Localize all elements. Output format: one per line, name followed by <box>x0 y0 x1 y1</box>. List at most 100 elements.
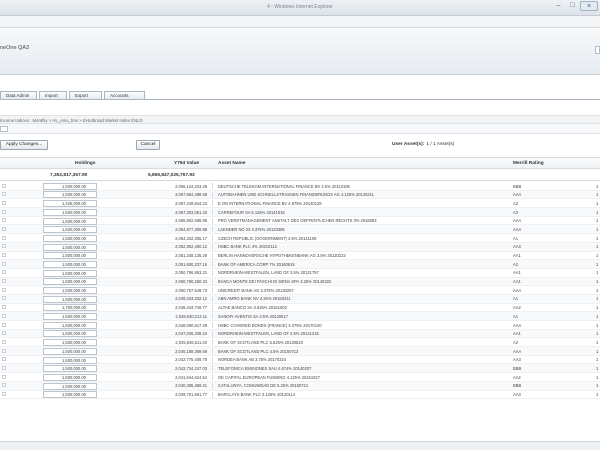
holdings-input[interactable]: 1,500,000.00 <box>43 191 97 199</box>
holdings-input[interactable]: 1,500,000.00 <box>43 260 97 268</box>
holdings-input[interactable]: 1,500,000.00 <box>43 391 97 399</box>
holdings-input[interactable]: 1,500,000.00 <box>43 269 97 277</box>
table-row[interactable]: 1,500,000.00 2,045,188,369.59 BANK OF SCOT… <box>0 347 600 356</box>
column-header-asset-name[interactable]: Asset Name <box>218 161 245 166</box>
user-assets-count: 1 / 1 Asset(s) <box>426 142 455 147</box>
table-row[interactable]: 1,500,000.00 2,054,977,300.98 LAENDER NO 2… <box>0 225 600 235</box>
row-checkbox[interactable] <box>2 339 6 344</box>
row-checkbox[interactable] <box>2 296 6 301</box>
collapse-icon[interactable] <box>0 126 8 132</box>
maximize-icon[interactable]: □ <box>566 1 579 11</box>
table-row[interactable]: 1,500,000.00 2,045,846,611.40 BANK OF SCOT… <box>0 338 600 348</box>
table-row[interactable]: 1,500,000.00 2,048,630,212.11 SANOFI-AVENT… <box>0 312 600 321</box>
holdings-input[interactable]: 1,500,000.00 <box>43 217 97 225</box>
table-row[interactable]: 1,500,000.00 2,051,600,237.16 BANK OF AMER… <box>0 260 600 269</box>
row-checkbox[interactable] <box>2 226 6 231</box>
column-separator <box>212 269 217 276</box>
row-checkbox[interactable] <box>2 270 6 275</box>
row-checkbox[interactable] <box>2 218 6 223</box>
holdings-input[interactable]: 1,500,000.00 <box>43 373 97 381</box>
column-header-value[interactable]: Y794 Value <box>174 161 199 166</box>
holdings-input[interactable]: 1,500,000.00 <box>43 347 97 355</box>
extra-cell: 1 <box>596 348 599 354</box>
asset-name-cell: ABN AMRO BANK NV 4.25% 20160411 <box>218 296 291 302</box>
holdings-input[interactable]: 1,500,000.00 <box>43 356 97 364</box>
row-checkbox[interactable] <box>2 244 6 249</box>
table-row[interactable]: 1,500,000.00 2,050,780,250.34 BANCA MONTE … <box>0 277 600 287</box>
minimize-icon[interactable]: – <box>552 1 565 11</box>
row-checkbox[interactable] <box>2 261 6 266</box>
row-checkbox[interactable] <box>2 305 6 310</box>
asset-name-cell: SANOFI-AVENTIS SA 3.5% 20120517 <box>218 313 289 319</box>
row-checkbox[interactable] <box>2 383 6 388</box>
table-row[interactable]: 1,500,000.00 2,057,654,498.68 AUTOBAHNEN U… <box>0 190 600 200</box>
row-checkbox[interactable] <box>2 287 6 292</box>
table-row[interactable]: 1,500,000.00 2,040,485,369.21 CATALUNYA, C… <box>0 381 600 391</box>
row-checkbox[interactable] <box>2 200 6 205</box>
row-checkbox[interactable] <box>2 392 6 396</box>
row-checkbox[interactable] <box>2 313 6 318</box>
table-row[interactable]: 1,500,000.00 2,057,303,051.33 CARREFOUR SA… <box>0 208 600 217</box>
extra-cell: 1 <box>596 226 599 232</box>
table-row[interactable]: 1,500,000.00 2,050,796,863.21 NORDRHEIN-WE… <box>0 269 600 278</box>
holdings-input[interactable]: 1,500,000.00 <box>43 382 97 390</box>
row-checkbox[interactable] <box>2 279 6 284</box>
table-row[interactable]: 1,500,000.00 2,056,124,223.25 DEUTSCHE TEL… <box>0 182 600 191</box>
row-checkbox[interactable] <box>2 374 6 379</box>
table-row[interactable]: 1,500,000.00 2,052,902,400.12 HSBC BANK PL… <box>0 242 600 252</box>
header-close-icon[interactable] <box>595 46 600 54</box>
holdings-input[interactable]: 1,500,000.00 <box>43 182 97 190</box>
row-checkbox[interactable] <box>2 322 6 327</box>
row-checkbox[interactable] <box>2 357 6 362</box>
close-icon[interactable]: × <box>580 1 598 11</box>
holdings-input[interactable]: 1,500,000.00 <box>43 208 97 216</box>
row-checkbox[interactable] <box>2 348 6 353</box>
row-checkbox[interactable] <box>2 235 6 240</box>
holdings-input[interactable]: 1,500,000.00 <box>43 295 97 303</box>
table-row[interactable]: 1,500,000.00 2,054,332,305.17 CZECH REPUBL… <box>0 234 600 243</box>
table-row[interactable]: 1,500,000.00 2,048,090,617.28 HSBC COVERED… <box>0 321 600 330</box>
holdings-input[interactable]: 1,500,000.00 <box>43 330 97 338</box>
breadcrumb[interactable]: Income Indices : Monthly > HL_emu_bmi > … <box>0 118 143 123</box>
value-cell: 2,050,796,863.21 <box>175 270 207 276</box>
total-holdings: 7,352,817,357.90 <box>50 173 88 178</box>
table-row[interactable]: 1,500,000.00 2,041,644,624.54 GE CAPITAL E… <box>0 373 600 382</box>
row-checkbox[interactable] <box>2 209 6 214</box>
row-checkbox[interactable] <box>2 331 6 336</box>
holdings-input[interactable]: 1,500,000.00 <box>43 234 97 242</box>
row-checkbox[interactable] <box>2 365 6 370</box>
holdings-input[interactable]: 1,500,000.00 <box>43 339 97 347</box>
holdings-input[interactable]: 1,425,000.00 <box>43 200 97 208</box>
row-checkbox[interactable] <box>2 192 6 197</box>
column-header-rating[interactable]: Merrill Rating <box>513 161 544 166</box>
table-row[interactable]: 1,500,000.00 2,042,775,409.78 NORDEA BANK … <box>0 356 600 365</box>
apply-changes-button[interactable]: Apply Changes... <box>0 140 48 150</box>
row-checkbox[interactable] <box>2 183 6 188</box>
table-row[interactable]: 1,700,000.00 2,048,443,749.77 ALTAE BANCO … <box>0 304 600 313</box>
holdings-input[interactable]: 1,500,000.00 <box>43 252 97 260</box>
table-row[interactable]: 1,500,000.00 2,055,902,588.95 PRO VERSTMAN… <box>0 217 600 226</box>
asset-name-cell: BANK OF SCOTLAND PLC 4.5% 20160713 <box>218 348 299 354</box>
table-row[interactable]: 1,500,000.00 2,051,348,135.29 BERLIN HANNO… <box>0 252 600 261</box>
holdings-input[interactable]: 1,500,000.00 <box>43 321 97 329</box>
holdings-input[interactable]: 1,500,000.00 <box>43 365 97 373</box>
holdings-input[interactable]: 1,500,000.00 <box>43 313 97 321</box>
table-row[interactable]: 1,500,000.00 2,050,757,549.73 UNICREDIT BA… <box>0 286 600 295</box>
table-row[interactable]: 1,500,000.00 2,042,734,247.03 TELEFONICA E… <box>0 364 600 374</box>
holdings-input[interactable]: 1,700,000.00 <box>43 304 97 312</box>
holdings-input[interactable]: 1,500,000.00 <box>43 287 97 295</box>
extra-cell: 1 <box>596 339 599 345</box>
value-cell: 2,048,090,617.28 <box>175 322 207 328</box>
row-checkbox[interactable] <box>2 253 6 257</box>
holdings-input[interactable]: 1,500,000.00 <box>43 243 97 251</box>
table-row[interactable]: 1,500,000.00 2,047,036,336.24 NORDRHEIN-WE… <box>0 329 600 339</box>
cancel-button[interactable]: Cancel <box>136 140 160 150</box>
holdings-input[interactable]: 1,500,000.00 <box>43 226 97 234</box>
table-row[interactable]: 1,500,000.00 2,039,701,591.77 BARCLAYS BAN… <box>0 391 600 400</box>
table-row[interactable]: 1,425,000.00 2,057,249,844.23 E.ON INTERNA… <box>0 199 600 209</box>
holdings-input[interactable]: 1,500,000.00 <box>43 278 97 286</box>
asset-name-cell: BERLIN HANNOVERSCHE HYPOTHEKENBANK AG 3.… <box>218 253 346 258</box>
column-header-holdings[interactable]: Holdings <box>75 161 96 166</box>
table-row[interactable]: 1,500,000.00 2,049,333,332.12 ABN AMRO BAN… <box>0 294 600 304</box>
browser-toolbar <box>0 16 600 28</box>
